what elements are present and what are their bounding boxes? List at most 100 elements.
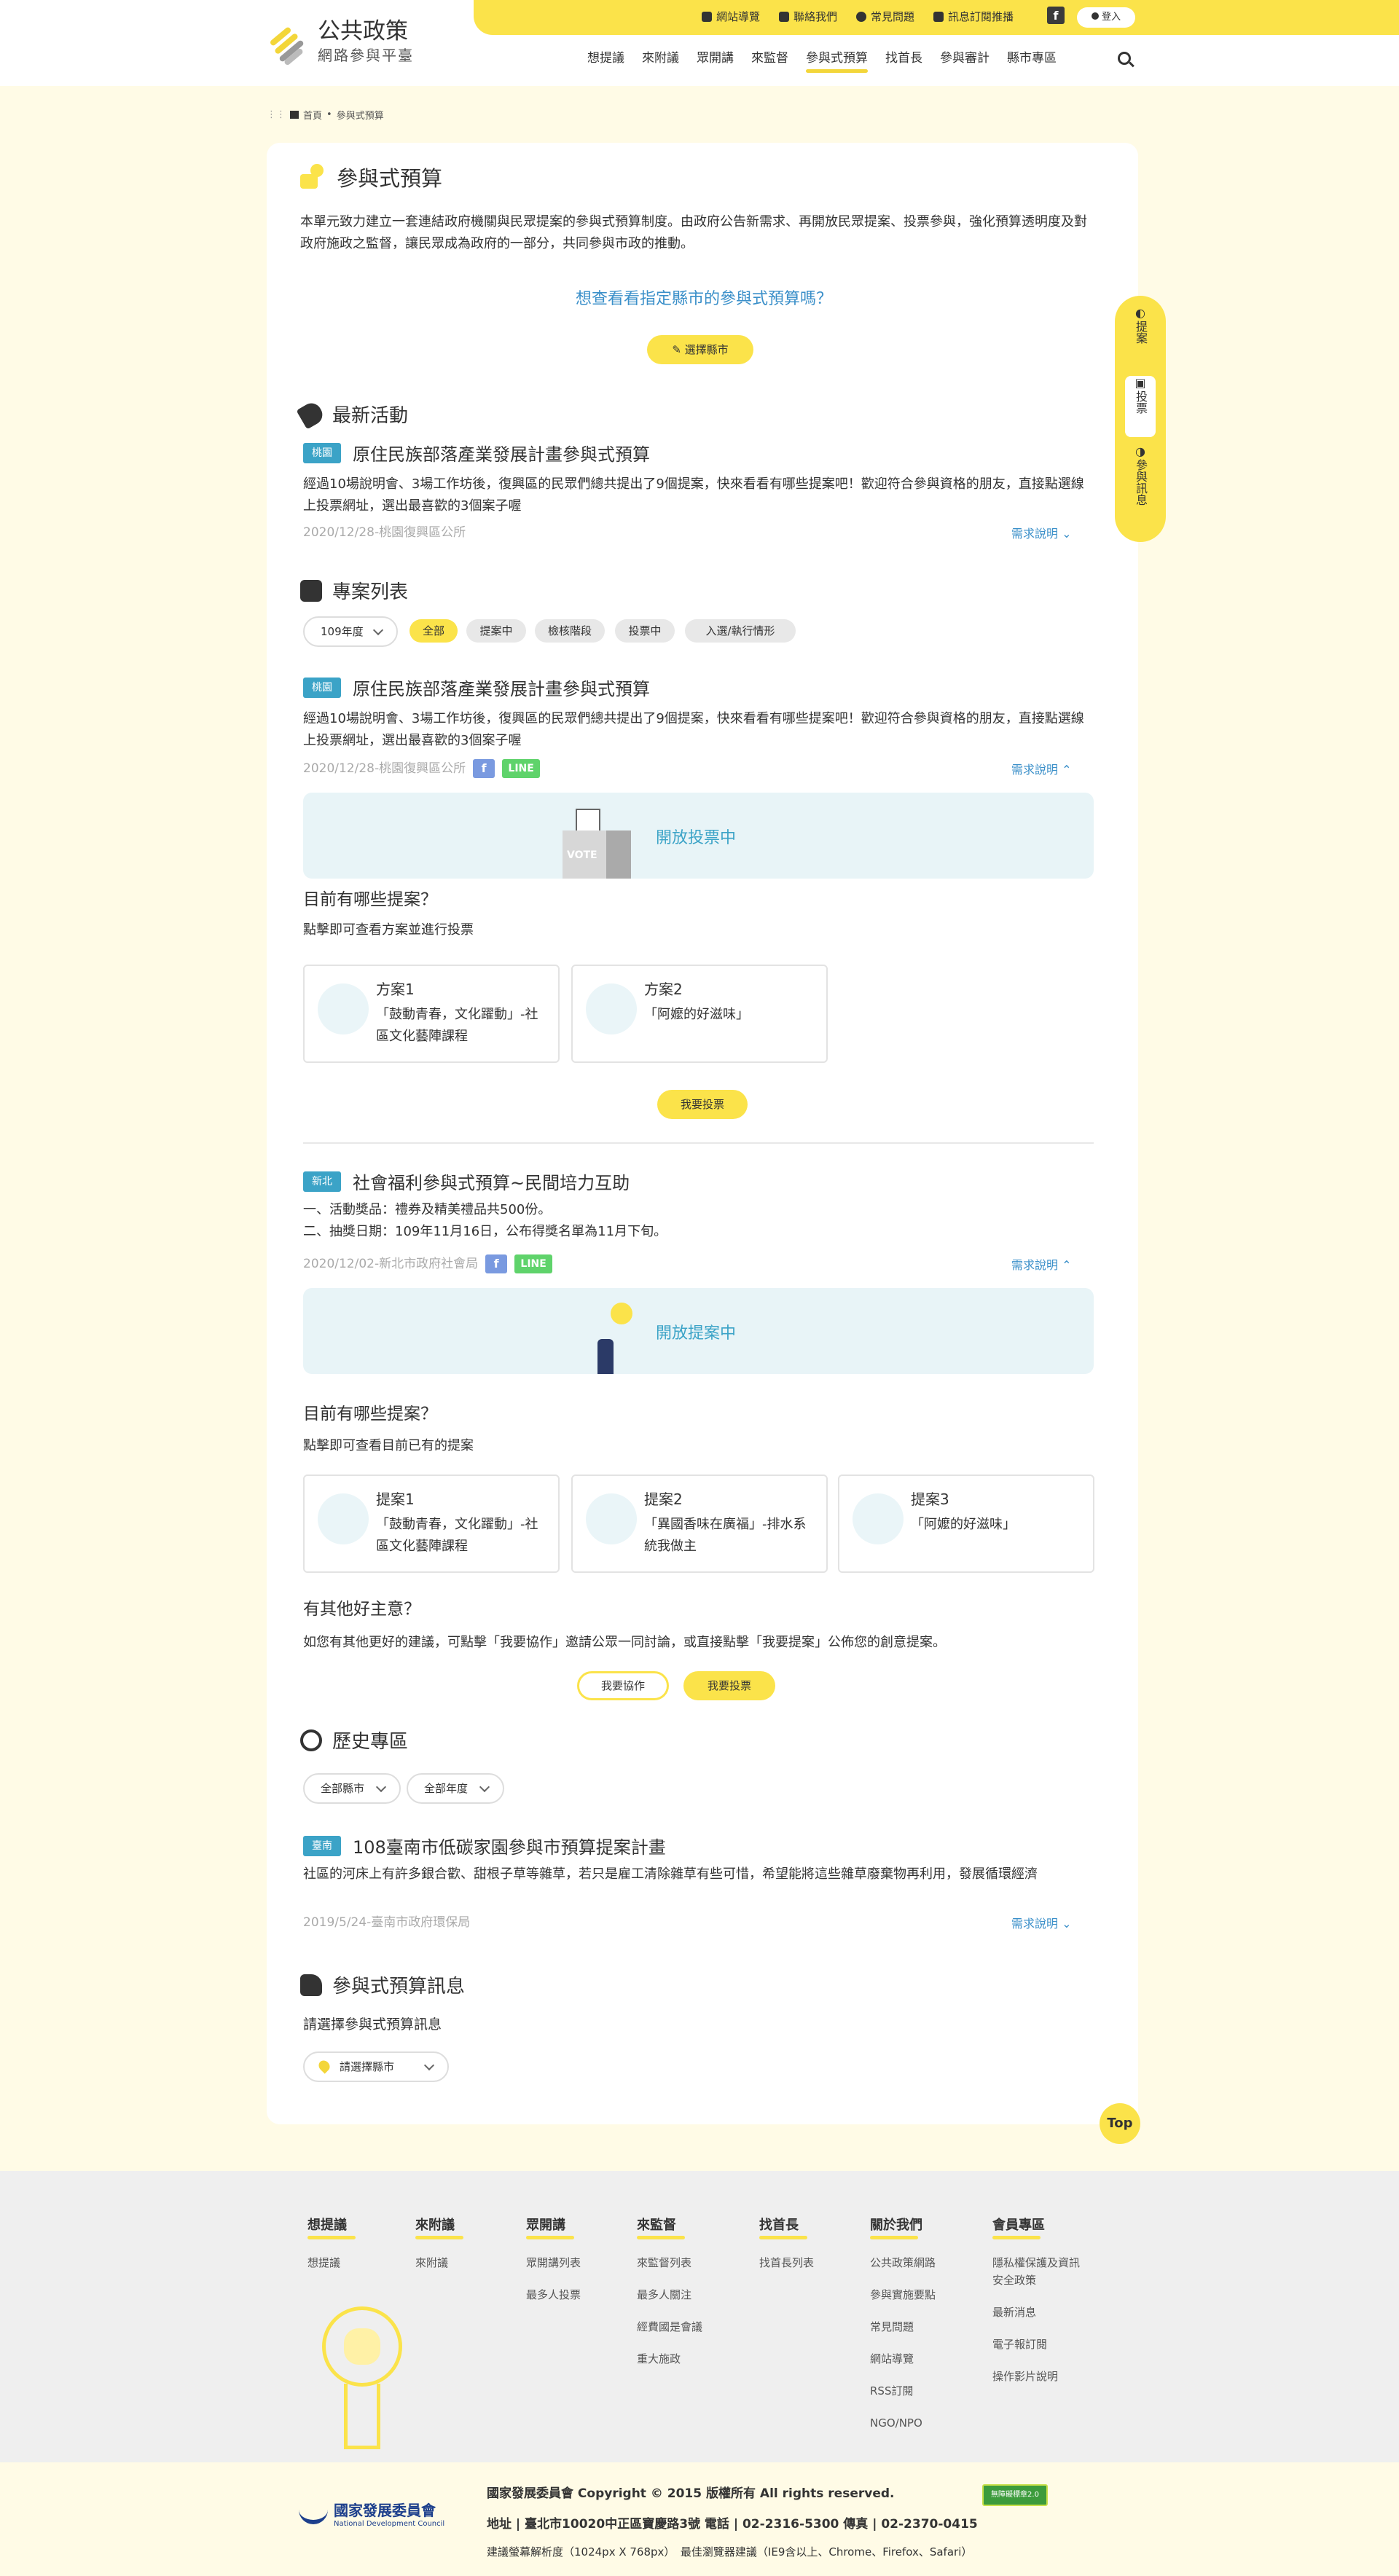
- footer-link[interactable]: 隱私權保護及資訊安全政策: [992, 2254, 1087, 2289]
- footer-link[interactable]: 常見問題: [870, 2318, 936, 2336]
- faq-link[interactable]: 常見問題: [855, 9, 914, 24]
- chevron-up-icon: ⌃: [1062, 1258, 1072, 1272]
- accessibility-badge[interactable]: 無障礙標章2.0: [982, 2484, 1048, 2506]
- project1-meta: 2020/12/28-桃園復興區公所: [303, 761, 466, 776]
- logo-subtitle: 網路參與平臺: [318, 47, 414, 64]
- footer-link[interactable]: 最多人關注: [637, 2286, 702, 2304]
- latest-item-title[interactable]: 桃園 原住民族部落產業發展計畫參與式預算: [303, 440, 650, 466]
- footer-link[interactable]: 經費國是會議: [637, 2318, 702, 2336]
- footer-link[interactable]: 操作影片說明: [992, 2368, 1087, 2385]
- project1-title[interactable]: 桃園 原住民族部落產業發展計畫參與式預算: [303, 675, 650, 700]
- filter-proposing[interactable]: 提案中: [466, 619, 526, 643]
- filter-selected[interactable]: 入選/執行情形: [685, 619, 796, 643]
- footer-link[interactable]: 網站導覽: [870, 2350, 936, 2368]
- sitemap-link[interactable]: 網站導覽: [701, 9, 760, 24]
- main-nav: 想提議 來附議 眾開講 來監督 參與式預算 找首長 參與審計 縣市專區: [579, 48, 1065, 77]
- drag-dots-icon: ⋮⋮: [267, 109, 286, 120]
- idea-title: 有其他好主意？: [303, 1600, 420, 1619]
- year-select[interactable]: 109年度: [303, 616, 398, 647]
- region-tag: 臺南: [303, 1835, 341, 1856]
- vote-button[interactable]: 我要投票: [683, 1671, 775, 1700]
- nav-endorse[interactable]: 來附議: [633, 48, 688, 77]
- feather-icon: ✎: [672, 343, 681, 356]
- history-item-title[interactable]: 臺南 108臺南市低碳家園參與市預算提案計畫: [303, 1833, 666, 1858]
- proposal-open-banner: 開放提案中: [303, 1288, 1094, 1374]
- footer-link[interactable]: 電子報訂閱: [992, 2336, 1087, 2353]
- project2-title[interactable]: 新北 社會福利參與式預算~民間培力互助: [303, 1169, 630, 1194]
- project2-line1: 一、活動獎品：禮券及精美禮品共500份。: [303, 1202, 552, 1217]
- side-float-nav: ◐ 提案 ▣ 投票 ◑ 參與訊息: [1115, 296, 1166, 542]
- contact-link[interactable]: 聯絡我們: [778, 9, 837, 24]
- facebook-share-icon[interactable]: f: [485, 1254, 508, 1273]
- footer-link[interactable]: 來監督列表: [637, 2254, 702, 2271]
- chevron-down-icon: ⌄: [1062, 1917, 1072, 1931]
- filter-review[interactable]: 檢核階段: [535, 619, 605, 643]
- filter-all[interactable]: 全部: [409, 619, 458, 643]
- login-button[interactable]: 登入: [1077, 7, 1135, 28]
- nav-propose[interactable]: 想提議: [579, 48, 633, 77]
- project2-q-title: 目前有哪些提案？: [303, 1405, 437, 1424]
- footer-link[interactable]: 最多人投票: [526, 2286, 581, 2304]
- year-filter-select[interactable]: 全部年度: [407, 1773, 504, 1804]
- facebook-share-icon[interactable]: f: [473, 759, 495, 778]
- project2-q-sub: 點擊即可查看目前已有的提案: [303, 1438, 474, 1453]
- search-icon[interactable]: [1118, 52, 1131, 65]
- chevron-up-icon: ⌃: [1062, 763, 1072, 777]
- page-title: 參與式預算: [300, 162, 442, 192]
- subscribe-link[interactable]: 訊息訂閱推播: [933, 9, 1014, 24]
- info-city-select[interactable]: 請選擇縣市: [303, 2051, 449, 2082]
- footer-link[interactable]: 公共政策網路: [870, 2254, 936, 2271]
- site-logo[interactable]: 公共政策 網路參與平臺: [267, 19, 414, 66]
- nav-forum[interactable]: 眾開講: [688, 48, 742, 77]
- idea-desc: 如您有其他更好的建議，可點擊「我要協作」邀請公眾一同討論，或直接點擊「我要提案」…: [303, 1635, 946, 1650]
- footer-link[interactable]: 最新消息: [992, 2304, 1087, 2321]
- region-tag: 桃園: [303, 677, 341, 698]
- ndc-emblem-icon: [299, 2502, 328, 2524]
- divider: [303, 1142, 1094, 1144]
- footer-link[interactable]: 重大施政: [637, 2350, 702, 2368]
- select-city-button[interactable]: ✎ 選擇縣市: [647, 335, 753, 364]
- address: 地址 | 臺北市10020中正區寶慶路3號 電話 | 02-2316-5300 …: [487, 2517, 978, 2532]
- footer-link[interactable]: 來附議: [415, 2254, 455, 2271]
- proposal-card[interactable]: 提案2 「異國香味在廣福」-排水系統我做主: [571, 1474, 828, 1573]
- proposal-card[interactable]: 提案3 「阿嬤的好滋味」: [838, 1474, 1094, 1573]
- collaborate-button[interactable]: 我要協作: [577, 1671, 669, 1700]
- project2-meta: 2020/12/02-新北市政府社會局: [303, 1257, 479, 1271]
- filter-voting[interactable]: 投票中: [615, 619, 675, 643]
- proposal-card[interactable]: 方案2 「阿嬤的好滋味」: [571, 965, 828, 1063]
- footer-link[interactable]: NGO/NPO: [870, 2414, 936, 2432]
- footer-link[interactable]: 想提議: [307, 2254, 347, 2271]
- side-nav-info[interactable]: ◑ 參與訊息: [1125, 444, 1156, 532]
- voting-open-banner: VOTE 開放投票中: [303, 793, 1094, 879]
- footer-link[interactable]: RSS訂閱: [870, 2382, 936, 2400]
- intro-description: 本單元致力建立一套連結政府機關與民眾提案的參與式預算制度。由政府公告新需求、再開…: [300, 214, 1087, 251]
- history-item-desc: 社區的河床上有許多銀合歡、甜根子草等雜草，若只是雇工清除雜草有些可惜，希望能將這…: [303, 1866, 1038, 1882]
- proposal-card[interactable]: 方案1 「鼓動青春，文化躍動」-社區文化藝陣課程: [303, 965, 560, 1063]
- history-more-link[interactable]: 需求說明 ⌄: [1011, 1913, 1072, 1935]
- city-filter-select[interactable]: 全部縣市: [303, 1773, 401, 1804]
- side-nav-propose[interactable]: ◐ 提案: [1125, 306, 1156, 369]
- vote-button[interactable]: 我要投票: [657, 1090, 748, 1119]
- proposal-avatar: [586, 983, 637, 1034]
- footer-link[interactable]: 參與實施要點: [870, 2286, 936, 2304]
- breadcrumb-home[interactable]: 首頁: [303, 108, 322, 122]
- latest-more-link[interactable]: 需求說明 ⌄: [1011, 523, 1072, 545]
- footer-col-forum: 眾開講 眾開講列表 最多人投票: [526, 2215, 581, 2304]
- nav-audit[interactable]: 參與審計: [931, 48, 998, 77]
- project1-more-link[interactable]: 需求說明 ⌃: [1011, 759, 1072, 781]
- nav-participatory-budget[interactable]: 參與式預算: [797, 48, 877, 77]
- line-share-icon[interactable]: LINE: [502, 759, 541, 778]
- footer-link[interactable]: 找首長列表: [759, 2254, 814, 2271]
- nav-city[interactable]: 縣市專區: [998, 48, 1065, 77]
- proposal-card[interactable]: 提案1 「鼓動青春，文化躍動」-社區文化藝陣課程: [303, 1474, 560, 1573]
- footer-link[interactable]: 眾開講列表: [526, 2254, 581, 2271]
- back-to-top-button[interactable]: Top: [1100, 2103, 1140, 2144]
- facebook-icon[interactable]: f: [1047, 7, 1065, 24]
- project2-more-link[interactable]: 需求說明 ⌃: [1011, 1254, 1072, 1276]
- nav-mayor[interactable]: 找首長: [877, 48, 931, 77]
- proposal-open-text: 開放提案中: [656, 1324, 737, 1343]
- nav-monitor[interactable]: 來監督: [742, 48, 797, 77]
- sitemap-icon: [701, 11, 712, 22]
- line-share-icon[interactable]: LINE: [514, 1254, 553, 1273]
- side-nav-vote[interactable]: ▣ 投票: [1125, 376, 1156, 437]
